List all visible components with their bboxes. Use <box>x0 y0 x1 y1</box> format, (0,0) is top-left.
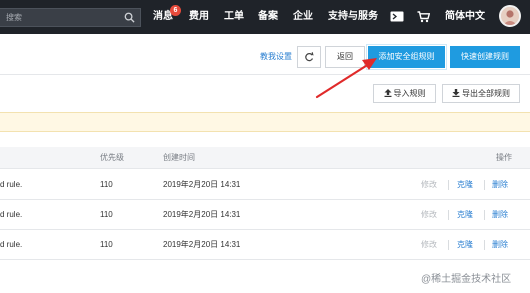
annotation-arrow <box>315 58 377 99</box>
watermark-text: @稀土掘金技术社区 <box>421 274 512 285</box>
